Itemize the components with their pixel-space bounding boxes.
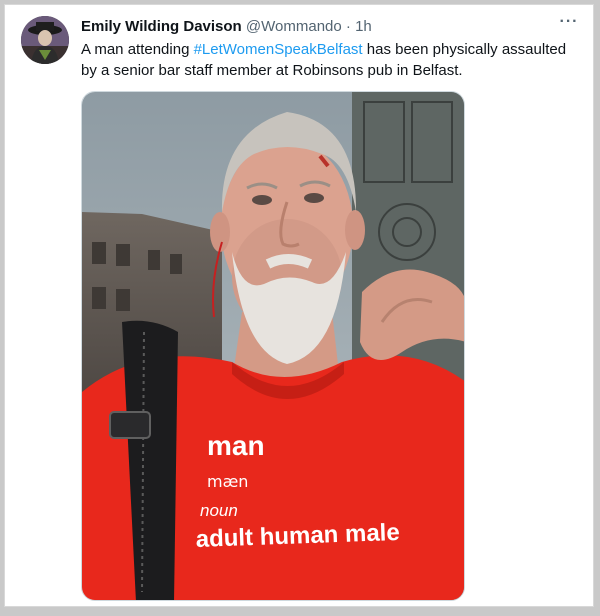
shirt-word: man — [207, 430, 265, 461]
timestamp[interactable]: 1h — [355, 18, 372, 35]
author-name[interactable]: Emily Wilding Davison — [81, 18, 242, 35]
tweet-photo[interactable]: man mæn noun adult human male — [81, 91, 465, 601]
avatar-image — [21, 16, 69, 64]
tweet-header: Emily Wilding Davison @Wommando · 1h — [81, 17, 545, 37]
separator-dot: · — [345, 18, 351, 35]
photo-man-selfie: man mæn noun adult human male — [82, 92, 464, 600]
more-options-icon[interactable]: ··· — [557, 14, 581, 35]
avatar[interactable] — [21, 16, 69, 64]
tweet-text: A man attending #LetWomenSpeakBelfast ha… — [81, 39, 579, 81]
hashtag-link[interactable]: #LetWomenSpeakBelfast — [194, 41, 363, 58]
tweet-card[interactable]: Emily Wilding Davison @Wommando · 1h ···… — [4, 4, 594, 607]
shirt-pronunciation: mæn — [207, 472, 248, 491]
shirt-part-of-speech: noun — [200, 501, 238, 520]
tweet-text-before: A man attending — [81, 41, 194, 58]
author-handle[interactable]: @Wommando — [246, 18, 342, 35]
